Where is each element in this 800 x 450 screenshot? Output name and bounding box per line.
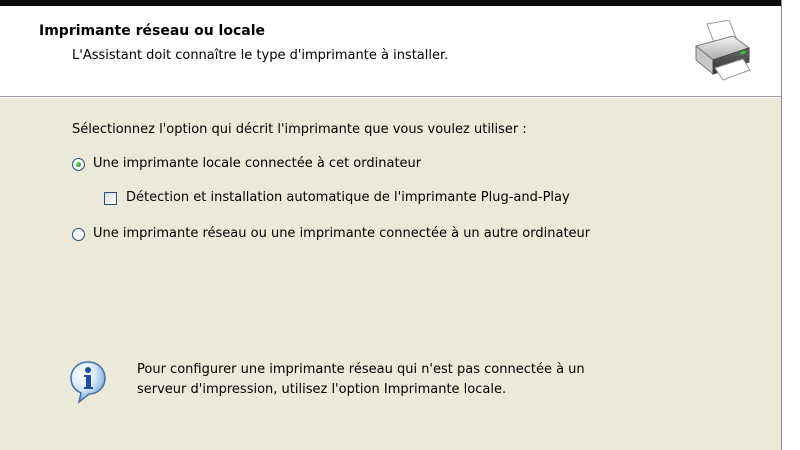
network-printer-radio[interactable] — [72, 228, 85, 241]
plug-and-play-checkbox-label[interactable]: Détection et installation automatique de… — [126, 190, 570, 205]
printer-icon — [694, 20, 751, 81]
window-right-edge — [781, 0, 800, 450]
wizard-body: Sélectionnez l'option qui décrit l'impri… — [0, 98, 781, 450]
info-icon — [70, 361, 106, 404]
plug-and-play-checkbox[interactable] — [104, 192, 117, 205]
wizard-window: Imprimante réseau ou locale L'Assistant … — [0, 0, 800, 450]
page-subtitle: L'Assistant doit connaître le type d'imp… — [72, 48, 449, 63]
info-message-line-2: serveur d'impression, utilisez l'option … — [137, 382, 507, 397]
local-printer-radio[interactable] — [72, 158, 85, 171]
info-message: Pour configurer une imprimante réseau qu… — [137, 360, 697, 400]
network-printer-radio-label[interactable]: Une imprimante réseau ou une imprimante … — [93, 226, 590, 241]
option-prompt: Sélectionnez l'option qui décrit l'impri… — [72, 122, 527, 137]
page-title: Imprimante réseau ou locale — [39, 23, 266, 39]
radio-selected-dot — [76, 162, 81, 167]
wizard-header: Imprimante réseau ou locale L'Assistant … — [0, 6, 781, 96]
info-message-line-1: Pour configurer une imprimante réseau qu… — [137, 362, 585, 377]
local-printer-radio-label[interactable]: Une imprimante locale connectée à cet or… — [93, 156, 421, 171]
